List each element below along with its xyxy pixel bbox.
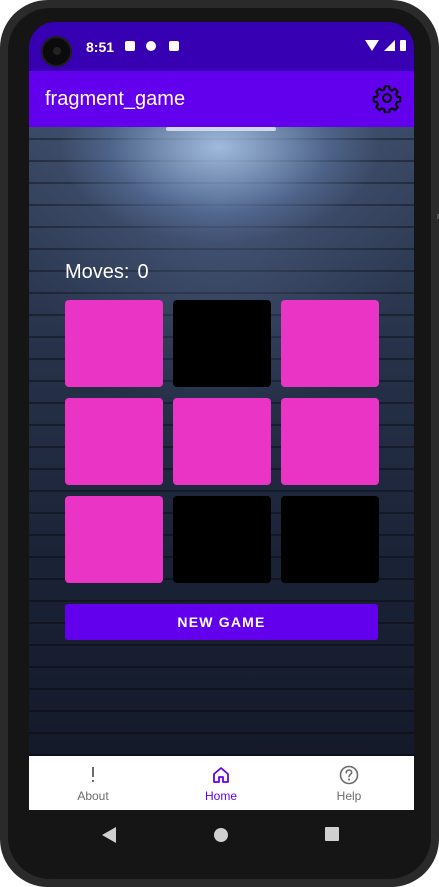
card-5[interactable] <box>173 398 271 485</box>
app-bar: fragment_game <box>29 71 414 127</box>
help-circle-icon <box>339 765 359 784</box>
nav-item-help[interactable]: Help <box>285 756 413 810</box>
moves-value: 0 <box>137 261 149 283</box>
moves-counter: Moves: 0 <box>65 261 149 284</box>
nav-label-help: Help <box>336 788 362 803</box>
wifi-icon <box>365 40 379 51</box>
exclamation-icon <box>92 766 94 782</box>
card-4[interactable] <box>65 398 163 485</box>
new-game-button[interactable]: NEW GAME <box>65 604 378 640</box>
home-icon <box>213 766 229 783</box>
nav-label-home: Home <box>204 788 237 803</box>
status-right-icons <box>365 40 406 51</box>
gear-icon <box>372 85 402 114</box>
back-icon[interactable] <box>102 827 116 843</box>
battery-icon <box>400 40 406 51</box>
moves-label: Moves: <box>65 261 130 283</box>
vpn-icon <box>146 41 156 51</box>
nav-label-about: About <box>77 788 109 803</box>
sd-card-icon <box>169 41 179 51</box>
bottom-navigation: About Home Help <box>29 756 414 810</box>
status-time: 8:51 <box>86 39 115 55</box>
nav-item-home[interactable]: Home <box>157 756 285 810</box>
lamp-light <box>166 127 276 131</box>
card-3[interactable] <box>281 300 379 387</box>
card-6[interactable] <box>281 398 379 485</box>
text-icon <box>125 41 135 51</box>
card-2[interactable] <box>173 300 271 387</box>
card-7[interactable] <box>65 496 163 583</box>
card-grid <box>65 300 379 584</box>
game-content: Moves: 0 NEW GAME <box>29 127 414 756</box>
screen: 8:51 fragment_game Moves: 0 NEW GAME Abo… <box>29 22 414 810</box>
front-camera <box>41 36 72 67</box>
recents-icon[interactable] <box>325 827 339 841</box>
card-8[interactable] <box>173 496 271 583</box>
status-bar: 8:51 <box>29 22 414 71</box>
nav-item-about[interactable]: About <box>29 756 157 810</box>
signal-icon <box>384 40 395 51</box>
phone-frame: 8:51 fragment_game Moves: 0 NEW GAME Abo… <box>0 0 439 887</box>
card-1[interactable] <box>65 300 163 387</box>
settings-button[interactable] <box>372 83 402 114</box>
app-title: fragment_game <box>45 88 186 110</box>
home-circle-icon[interactable] <box>214 828 228 842</box>
card-9[interactable] <box>281 496 379 583</box>
system-navigation-bar <box>29 810 414 860</box>
